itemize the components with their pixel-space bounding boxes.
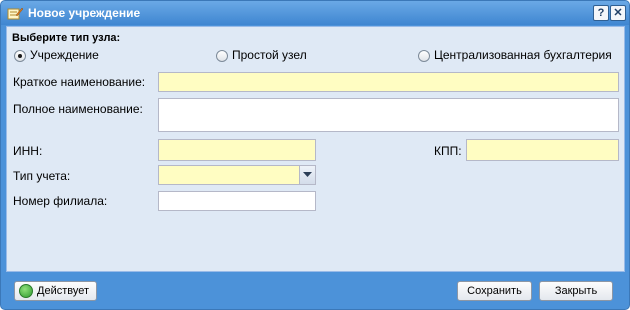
chevron-down-icon bbox=[303, 172, 312, 177]
close-window-button[interactable]: ✕ bbox=[610, 5, 626, 21]
full-name-field[interactable] bbox=[158, 98, 619, 132]
form-panel: Выберите тип узла: Учреждение Простой уз… bbox=[6, 26, 625, 272]
accounting-type-dropdown-button[interactable] bbox=[299, 165, 316, 185]
close-icon: ✕ bbox=[613, 7, 623, 19]
branch-number-field[interactable] bbox=[158, 191, 316, 211]
title-bar[interactable]: Новое учреждение ? ✕ bbox=[1, 1, 629, 25]
dialog-footer: Действует Сохранить Закрыть bbox=[6, 273, 624, 305]
window-title: Новое учреждение bbox=[28, 6, 141, 20]
close-button[interactable]: Закрыть bbox=[539, 281, 613, 301]
radio-simple-node-label[interactable]: Простой узел bbox=[232, 48, 307, 62]
radio-institution-label[interactable]: Учреждение bbox=[30, 48, 99, 62]
inn-label: ИНН: bbox=[13, 144, 43, 158]
radio-centralized-accounting-label[interactable]: Централизованная бухгалтерия bbox=[434, 48, 612, 62]
full-name-label: Полное наименование: bbox=[13, 102, 143, 116]
radio-institution[interactable] bbox=[14, 50, 26, 62]
kpp-field[interactable] bbox=[466, 139, 619, 161]
status-label: Действует bbox=[37, 285, 90, 297]
accounting-type-label: Тип учета: bbox=[13, 169, 71, 183]
power-status-icon bbox=[19, 284, 33, 298]
save-button[interactable]: Сохранить bbox=[457, 281, 532, 301]
dialog-window: Новое учреждение ? ✕ Выберите тип узла: … bbox=[0, 0, 630, 310]
accounting-type-combo[interactable] bbox=[158, 165, 300, 185]
status-button[interactable]: Действует bbox=[14, 281, 97, 301]
inn-field[interactable] bbox=[158, 139, 316, 161]
edit-note-icon bbox=[7, 7, 23, 20]
radio-centralized-accounting[interactable] bbox=[418, 50, 430, 62]
node-type-label: Выберите тип узла: bbox=[12, 32, 121, 44]
radio-simple-node[interactable] bbox=[216, 50, 228, 62]
short-name-label: Краткое наименование: bbox=[13, 75, 146, 89]
short-name-field[interactable] bbox=[158, 72, 619, 92]
help-icon: ? bbox=[597, 7, 605, 19]
kpp-label: КПП: bbox=[434, 144, 462, 158]
branch-number-label: Номер филиала: bbox=[13, 194, 108, 208]
help-button[interactable]: ? bbox=[593, 5, 609, 21]
